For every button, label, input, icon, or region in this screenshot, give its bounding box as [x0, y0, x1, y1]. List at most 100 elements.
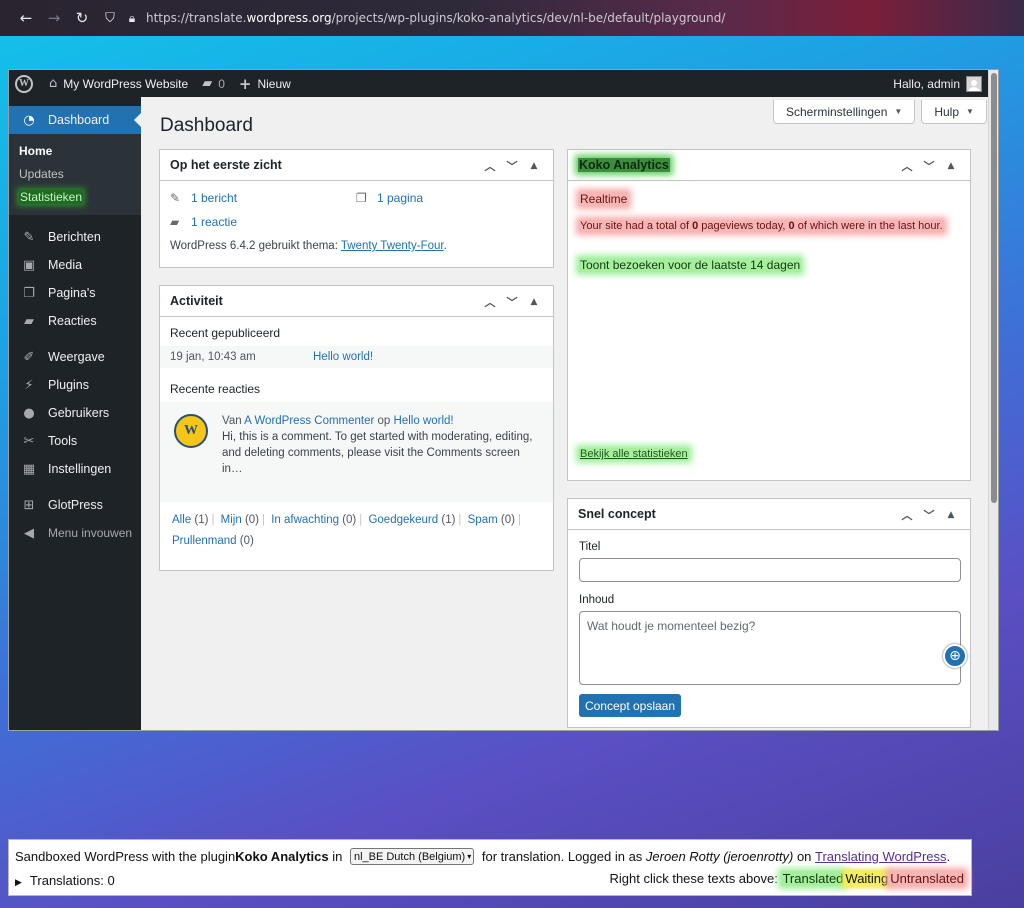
draft-title-input[interactable]	[579, 558, 961, 582]
caret-down-icon: ▼	[894, 107, 903, 116]
sidebar-item-label: Tools	[48, 434, 78, 448]
url-host: wordpress.org	[246, 11, 332, 25]
move-up-icon[interactable]: ︿	[479, 294, 501, 310]
toggle-panel-icon[interactable]: ▲	[523, 297, 545, 307]
sidebar-item-posts[interactable]: ✎ Berichten	[9, 223, 141, 251]
widget-header: Op het eerste zicht ︿ ﹀ ▲	[160, 150, 553, 181]
filter-trash[interactable]: Prullenmand	[172, 535, 237, 547]
lock-icon[interactable]: 🔒︎	[124, 11, 140, 26]
sidebar-item-appearance[interactable]: ✐ Weergave	[9, 343, 141, 371]
back-arrow-icon[interactable]: ←	[12, 9, 40, 27]
move-up-icon[interactable]: ︿	[896, 158, 918, 174]
sidebar-item-settings[interactable]: ▦ Instellingen	[9, 455, 141, 483]
sidebar-item-label: Dashboard	[48, 113, 110, 127]
reload-icon[interactable]: ↻	[68, 9, 96, 27]
at-a-glance-widget: Op het eerste zicht ︿ ﹀ ▲ ✎ 1 bericht ❐ 1 pa…	[159, 149, 554, 268]
filter-approved[interactable]: Goedgekeurd	[368, 514, 438, 526]
realtime-label: Realtime	[579, 192, 629, 206]
realtime-text: Your site had a total of	[580, 220, 693, 232]
sidebar-item-label: Instellingen	[48, 462, 112, 476]
title-label: Titel	[579, 541, 601, 553]
legend-prefix: Right click these texts above:	[609, 871, 782, 886]
new-content-link[interactable]: + Nieuw	[239, 75, 291, 93]
my-account[interactable]: Hallo, admin	[893, 70, 982, 97]
plus-icon: +	[238, 74, 252, 93]
submenu-label: Updates	[19, 167, 64, 181]
address-bar[interactable]: https://translate.wordpress.org/projects…	[146, 11, 725, 25]
globe-icon[interactable]: ⊕	[943, 644, 967, 668]
filter-mine[interactable]: Mijn	[221, 514, 242, 526]
draft-content-textarea[interactable]: Wat houdt je momenteel bezig?	[579, 611, 961, 685]
sidebar-item-glotpress[interactable]: ⊞ GlotPress	[9, 491, 141, 519]
content-label: Inhoud	[579, 594, 615, 606]
sidebar-item-dashboard[interactable]: ◔ Dashboard	[9, 106, 141, 134]
sidebar-item-label: Menu invouwen	[48, 526, 133, 540]
screen-options-button[interactable]: Scherminstellingen ▼	[773, 100, 916, 124]
button-label: Concept opslaan	[584, 698, 676, 713]
move-down-icon[interactable]: ﹀	[501, 158, 523, 174]
comment-post-link[interactable]: Hello world!	[394, 415, 454, 427]
translating-wordpress-link[interactable]: Translating WordPress	[815, 849, 947, 864]
locale-value: nl_BE Dutch (Belgium)	[353, 850, 466, 863]
move-up-icon[interactable]: ︿	[896, 507, 918, 523]
plugin-icon: ⚡	[24, 377, 34, 393]
shield-icon[interactable]: ⛉	[96, 11, 124, 26]
scrollbar-thumb[interactable]	[991, 73, 997, 503]
toggle-panel-icon[interactable]: ▲	[940, 161, 962, 171]
filter-spam[interactable]: Spam	[468, 514, 498, 526]
toggle-panel-icon[interactable]: ▲	[523, 161, 545, 171]
sidebar-item-comments[interactable]: ▰ Reacties	[9, 307, 141, 335]
forward-arrow-icon[interactable]: →	[40, 9, 68, 27]
collapse-menu-button[interactable]: ◀ Menu invouwen	[9, 519, 141, 547]
filter-pending[interactable]: In afwachting	[271, 514, 339, 526]
commenter-link[interactable]: A WordPress Commenter	[244, 415, 374, 427]
glance-pages-link[interactable]: 1 pagina	[377, 191, 423, 205]
help-button[interactable]: Hulp ▼	[921, 100, 987, 124]
version-text: WordPress 6.4.2 gebruikt thema:	[170, 240, 341, 252]
submenu-updates[interactable]: Updates	[9, 163, 141, 186]
all-statistics-link[interactable]: Bekijk alle statistieken	[579, 448, 689, 460]
sidebar-item-tools[interactable]: ✂ Tools	[9, 427, 141, 455]
move-down-icon[interactable]: ﹀	[501, 294, 523, 310]
sandbox-description: Sandboxed WordPress with the plugin Koko…	[15, 848, 950, 865]
toggle-panel-icon[interactable]: ▲	[940, 510, 962, 520]
glance-posts-link[interactable]: 1 bericht	[191, 191, 237, 205]
site-name-link[interactable]: ⌂ My WordPress Website	[49, 76, 188, 91]
sidebar-item-users[interactable]: ● Gebruikers	[9, 399, 141, 427]
glance-pages[interactable]: ❐ 1 pagina	[356, 191, 542, 205]
sidebar-item-pages[interactable]: ❐ Pagina's	[9, 279, 141, 307]
commenter-avatar: W	[174, 414, 208, 448]
submenu-label: Statistieken	[19, 190, 84, 204]
translations-toggle[interactable]: ▶ Translations: 0	[15, 873, 115, 888]
media-icon: ▣	[22, 257, 36, 273]
save-draft-button[interactable]: Concept opslaan	[579, 694, 681, 717]
sandbox-info-bar: Sandboxed WordPress with the plugin Koko…	[8, 839, 972, 896]
plugin-name: Koko Analytics	[235, 849, 329, 864]
submenu-statistics[interactable]: Statistieken	[9, 186, 141, 209]
visits-label: Toont bezoeken voor de laatste 14 dagen	[579, 258, 802, 272]
move-down-icon[interactable]: ﹀	[918, 507, 940, 523]
filter-all[interactable]: Alle	[172, 514, 191, 526]
glance-comments-link[interactable]: 1 reactie	[191, 215, 237, 229]
all-stats-container: Bekijk alle statistieken	[579, 448, 689, 460]
frame-scrollbar[interactable]	[988, 70, 998, 730]
sidebar-item-plugins[interactable]: ⚡ Plugins	[9, 371, 141, 399]
move-up-icon[interactable]: ︿	[479, 158, 501, 174]
realtime-heading: Realtime	[579, 192, 629, 206]
legend-untranslated: Untranslated	[889, 871, 965, 886]
sidebar-item-media[interactable]: ▣ Media	[9, 251, 141, 279]
visits-heading: Toont bezoeken voor de laatste 14 dagen	[579, 258, 802, 272]
post-link[interactable]: Hello world!	[313, 351, 373, 363]
move-down-icon[interactable]: ﹀	[918, 158, 940, 174]
wordpress-logo-menu[interactable]: W	[15, 74, 33, 93]
glance-comments[interactable]: ▰ 1 reactie	[170, 215, 356, 229]
realtime-text: pageviews today,	[698, 220, 789, 232]
glance-posts[interactable]: ✎ 1 bericht	[170, 191, 356, 205]
footer-text: Sandboxed WordPress with the plugin	[15, 849, 236, 864]
locale-select[interactable]: nl_BE Dutch (Belgium) ▾	[349, 848, 475, 865]
comments-link[interactable]: ▰ 0	[202, 76, 225, 91]
theme-link[interactable]: Twenty Twenty-Four	[341, 240, 444, 252]
wordpress-logo-icon: W	[15, 74, 33, 93]
filter-count: (1)	[194, 514, 209, 526]
submenu-home[interactable]: Home	[9, 140, 141, 163]
